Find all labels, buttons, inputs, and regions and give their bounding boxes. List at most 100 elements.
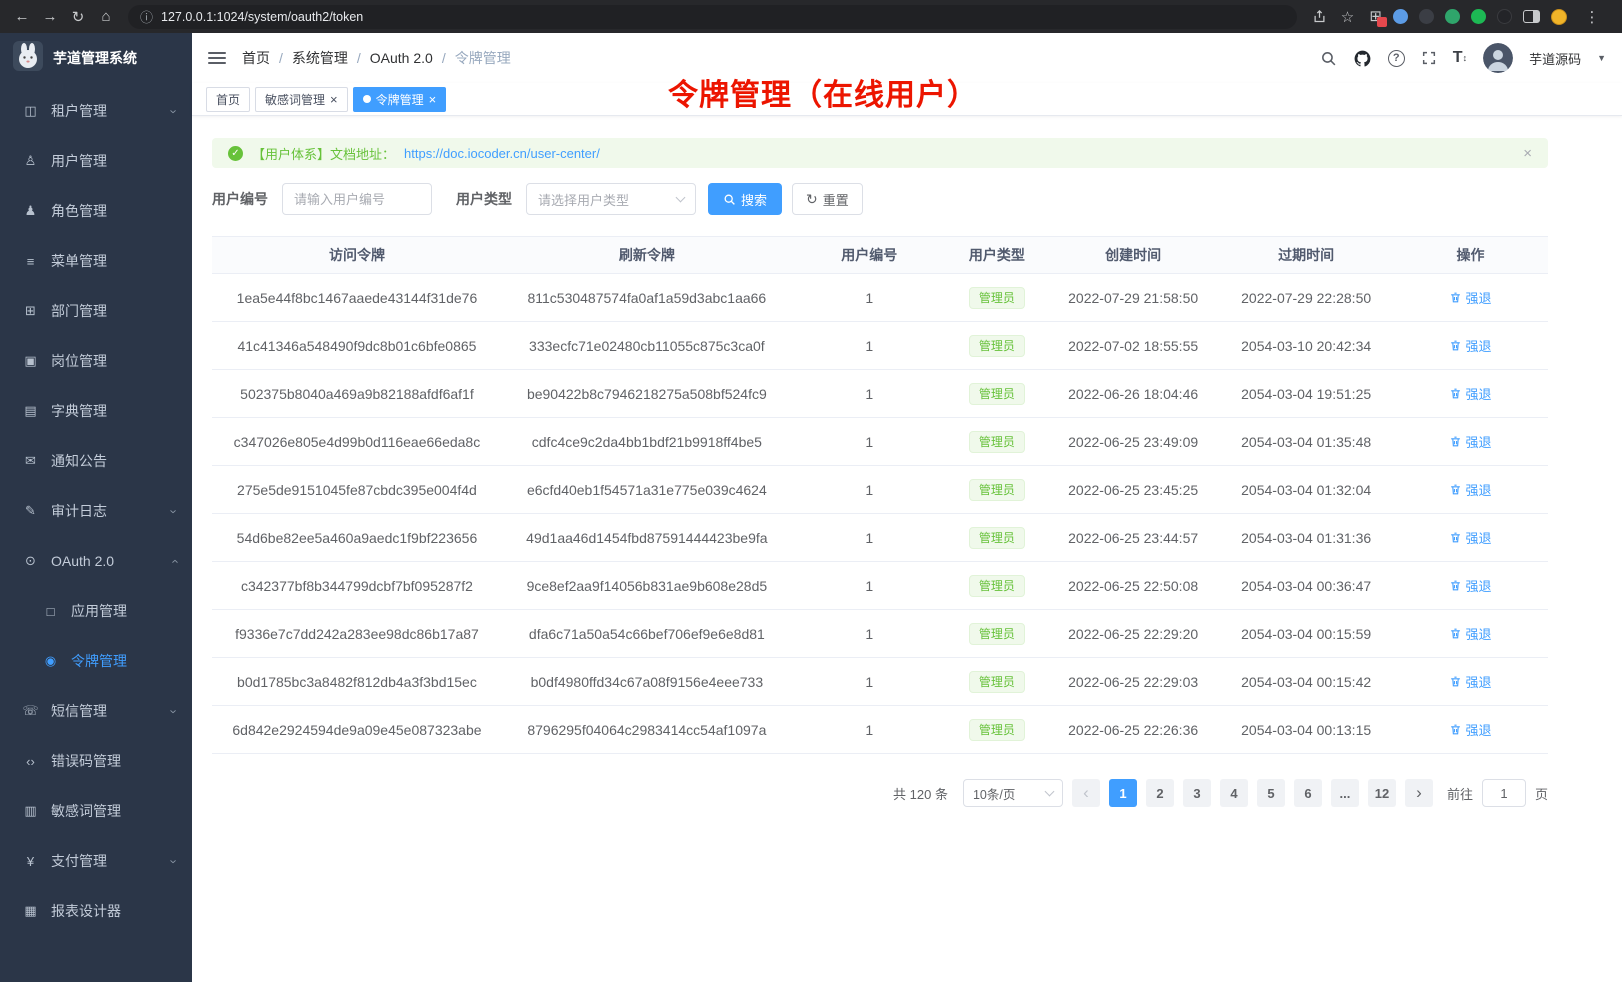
page-button-5[interactable]: 5 xyxy=(1257,779,1285,807)
sidebar-collapse-icon[interactable] xyxy=(208,52,226,64)
chevron-down-icon: › xyxy=(166,109,181,113)
sidebar-item-report-designer[interactable]: ▦报表设计器 xyxy=(0,886,192,936)
sidebar-item-sms[interactable]: ☏短信管理› xyxy=(0,686,192,736)
browser-home-button[interactable]: ⌂ xyxy=(92,3,120,31)
sidebar-item-token-management[interactable]: ◉令牌管理 xyxy=(0,636,192,686)
user-id-input[interactable] xyxy=(282,183,432,215)
sidebar-item-sensitive-words[interactable]: ▥敏感词管理 xyxy=(0,786,192,836)
help-icon[interactable]: ? xyxy=(1388,50,1405,67)
force-logout-button[interactable]: 强退 xyxy=(1449,432,1491,451)
sidebar-item-role[interactable]: ♟角色管理 xyxy=(0,186,192,236)
user-name[interactable]: 芋道源码 xyxy=(1529,49,1581,68)
table-row: f9336e7c7dd242a283ee98dc86b17a87dfa6c71a… xyxy=(212,610,1548,658)
sidebar-item-dept[interactable]: ⊞部门管理 xyxy=(0,286,192,336)
search-button-label: 搜索 xyxy=(741,190,767,209)
breadcrumb-item[interactable]: 首页 xyxy=(242,48,270,68)
more-pages-button[interactable]: ... xyxy=(1331,779,1359,807)
sidebar-item-audit-log[interactable]: ✎审计日志› xyxy=(0,486,192,536)
created-time-cell: 2022-07-02 18:55:55 xyxy=(1047,322,1219,370)
page-size-select[interactable]: 10条/页 xyxy=(963,779,1063,807)
expire-time-cell: 2054-03-04 00:15:42 xyxy=(1219,658,1393,706)
action-cell: 强退 xyxy=(1393,706,1548,754)
browser-profile-avatar[interactable] xyxy=(1551,9,1567,25)
page-button-12[interactable]: 12 xyxy=(1368,779,1396,807)
extension-paw-icon[interactable] xyxy=(1497,9,1512,24)
browser-back-button[interactable]: ← xyxy=(8,3,36,31)
force-logout-button[interactable]: 强退 xyxy=(1449,336,1491,355)
delete-icon xyxy=(1449,723,1462,736)
extension-green-icon[interactable] xyxy=(1445,9,1460,24)
page-button-3[interactable]: 3 xyxy=(1183,779,1211,807)
user-type-badge: 管理员 xyxy=(969,575,1025,597)
force-logout-button[interactable]: 强退 xyxy=(1449,384,1491,403)
force-logout-button[interactable]: 强退 xyxy=(1449,672,1491,691)
browser-menu-icon[interactable]: ⋮ xyxy=(1578,3,1606,31)
user-type-badge: 管理员 xyxy=(969,671,1025,693)
bookmark-star-icon[interactable]: ☆ xyxy=(1333,3,1361,31)
force-logout-button[interactable]: 强退 xyxy=(1449,576,1491,595)
alert-doc-link[interactable]: https://doc.iocoder.cn/user-center/ xyxy=(404,146,600,161)
user-type-cell: 管理员 xyxy=(947,322,1047,370)
next-page-button[interactable]: › xyxy=(1405,779,1433,807)
table-row: 1ea5e44f8bc1467aaede43144f31de76811c5304… xyxy=(212,274,1548,322)
extension-dark-icon[interactable] xyxy=(1419,9,1434,24)
search-icon[interactable] xyxy=(1320,50,1337,67)
user-id-cell: 1 xyxy=(792,466,947,514)
alert-close-icon[interactable]: × xyxy=(1523,145,1532,162)
force-logout-button[interactable]: 强退 xyxy=(1449,288,1491,307)
site-info-icon[interactable]: ⓘ xyxy=(140,7,153,26)
sidebar-item-notice[interactable]: ✉通知公告 xyxy=(0,436,192,486)
force-logout-button[interactable]: 强退 xyxy=(1449,624,1491,643)
force-logout-button[interactable]: 强退 xyxy=(1449,528,1491,547)
app-logo[interactable]: 芋道管理系统 xyxy=(0,33,192,83)
page-button-2[interactable]: 2 xyxy=(1146,779,1174,807)
extensions-icon[interactable]: ⊞ xyxy=(1369,9,1382,24)
breadcrumb-item[interactable]: 系统管理 xyxy=(292,48,348,68)
sidebar-item-payment[interactable]: ¥支付管理› xyxy=(0,836,192,886)
created-time-cell: 2022-06-25 22:26:36 xyxy=(1047,706,1219,754)
reset-button[interactable]: ↻ 重置 xyxy=(792,183,863,215)
chevron-down-icon[interactable]: ▼ xyxy=(1597,53,1606,63)
tab-token-management[interactable]: 令牌管理× xyxy=(353,87,447,112)
sidebar-item-app-management[interactable]: □应用管理 xyxy=(0,586,192,636)
sidebar-item-tenant[interactable]: ◫租户管理› xyxy=(0,86,192,136)
tab-home[interactable]: 首页 xyxy=(206,87,250,112)
browser-address-bar[interactable]: ⓘ 127.0.0.1:1024/system/oauth2/token xyxy=(128,5,1297,29)
sidebar-item-menu[interactable]: ≡菜单管理 xyxy=(0,236,192,286)
tab-close-icon[interactable]: × xyxy=(330,93,338,106)
sidebar-item-error-code[interactable]: ‹›错误码管理 xyxy=(0,736,192,786)
share-icon[interactable] xyxy=(1305,3,1333,31)
sidebar-item-user[interactable]: ♙用户管理 xyxy=(0,136,192,186)
column-header: 操作 xyxy=(1393,237,1548,274)
page-button-6[interactable]: 6 xyxy=(1294,779,1322,807)
sidebar-item-oauth2[interactable]: ⊙OAuth 2.0› xyxy=(0,536,192,586)
column-header: 用户类型 xyxy=(947,237,1047,274)
user-type-select[interactable]: 请选择用户类型 xyxy=(526,183,696,215)
prev-page-button[interactable]: ‹ xyxy=(1072,779,1100,807)
fullscreen-icon[interactable] xyxy=(1421,50,1437,66)
goto-page-input[interactable] xyxy=(1482,779,1526,807)
breadcrumb-separator: / xyxy=(357,50,361,66)
github-icon[interactable] xyxy=(1353,49,1372,68)
tab-sensitive-words[interactable]: 敏感词管理× xyxy=(255,87,348,112)
pagination: 共 120 条 10条/页 ‹ 123456...12 › 前往 页 xyxy=(212,779,1548,807)
user-id-label: 用户编号 xyxy=(212,189,268,209)
tab-close-icon[interactable]: × xyxy=(429,93,437,106)
sidebar-item-dict[interactable]: ▤字典管理 xyxy=(0,386,192,436)
extension-blue-icon[interactable] xyxy=(1393,9,1408,24)
error-code-icon: ‹› xyxy=(22,754,39,769)
side-panel-icon[interactable] xyxy=(1523,10,1540,23)
sensitive-words-icon: ▥ xyxy=(22,803,39,819)
force-logout-button[interactable]: 强退 xyxy=(1449,720,1491,739)
force-logout-button[interactable]: 强退 xyxy=(1449,480,1491,499)
browser-reload-button[interactable]: ↻ xyxy=(64,3,92,31)
extension-clover-icon[interactable] xyxy=(1471,9,1486,24)
user-avatar[interactable] xyxy=(1483,43,1513,73)
page-button-4[interactable]: 4 xyxy=(1220,779,1248,807)
breadcrumb-item[interactable]: OAuth 2.0 xyxy=(370,50,433,66)
font-size-icon[interactable]: T↕ xyxy=(1453,49,1467,67)
page-button-1[interactable]: 1 xyxy=(1109,779,1137,807)
search-button[interactable]: 搜索 xyxy=(708,183,782,215)
browser-forward-button[interactable]: → xyxy=(36,3,64,31)
sidebar-item-post[interactable]: ▣岗位管理 xyxy=(0,336,192,386)
